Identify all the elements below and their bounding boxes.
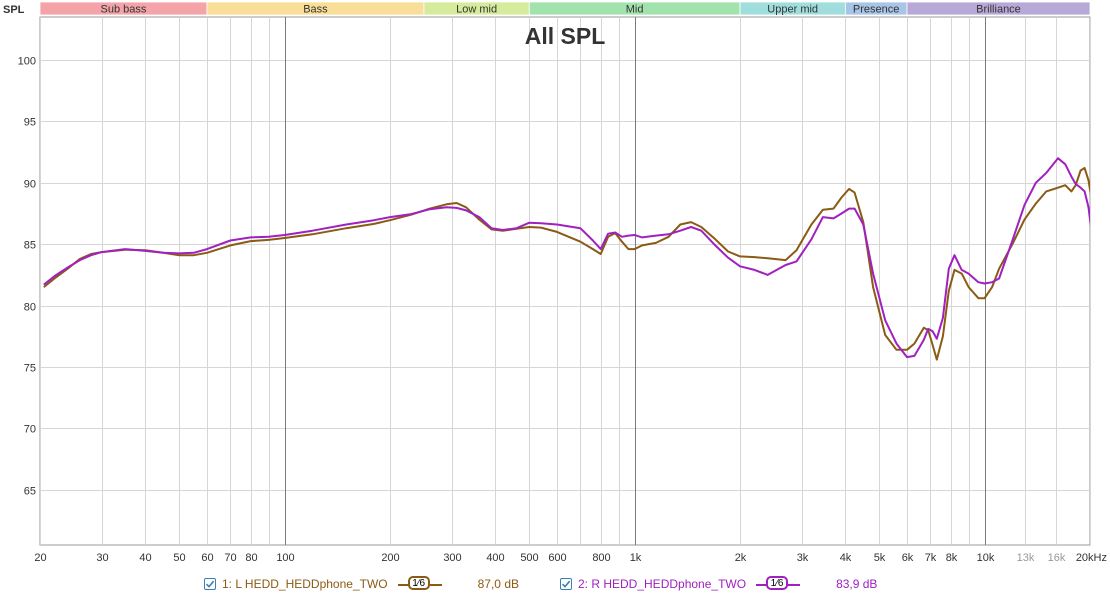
x-tick-label: 8k [946,552,958,564]
x-tick-label: 5k [874,552,886,564]
x-tick-label: 7k [925,552,937,564]
x-tick-label: 50 [173,552,185,564]
x-tick-label: 60 [201,552,213,564]
frequency-band-label: Low mid [456,4,497,16]
x-tick-label: 20kHz [1076,552,1107,564]
frequency-band-label: Bass [303,4,328,16]
frequency-band-label: Mid [626,4,644,16]
y-tick-label: 65 [24,486,36,498]
series-left-name: 1: L HEDD_HEDDphone_TWO [222,577,388,591]
x-tick-label: 3k [797,552,809,564]
x-tick-label: 10k [977,552,995,564]
frequency-response-chart: Sub bass Bass Low mid Mid Upper mid Presence B… [0,0,1110,595]
x-tick-label: 80 [245,552,257,564]
x-tick-label: 600 [548,552,566,564]
frequency-band-label: Presence [853,4,899,16]
x-tick-label: 30 [96,552,108,564]
series-right-name: 2: R HEDD_HEDDphone_TWO [578,577,747,591]
frequency-bands: Sub bass Bass Low mid Mid Upper mid Presence B… [39,1,1091,16]
x-tick-label: 20 [34,552,46,564]
y-tick-label: 90 [24,179,36,191]
y-tick-label: 80 [24,302,36,314]
x-tick-label: 800 [592,552,610,564]
x-tick-label: 300 [443,552,461,564]
y-tick-label: 95 [24,117,36,129]
series-left-smoothing-control[interactable]: 1⁄6 [397,575,442,593]
x-tick-label: 2k [735,552,747,564]
y-tick-label: 70 [24,424,36,436]
x-tick-label: 70 [224,552,236,564]
grid [39,16,1091,546]
checkmark-icon [205,580,215,588]
y-axis-tick-labels: 65 70 75 80 85 90 95 100 [18,56,36,498]
x-tick-label: 16k [1048,552,1066,564]
x-tick-label: 4k [840,552,852,564]
x-tick-label: 400 [486,552,504,564]
series-right-smoothing-control[interactable]: 1⁄6 [756,575,801,593]
plot-frame [39,16,1091,546]
x-tick-label: 6k [902,552,914,564]
y-tick-label: 85 [24,240,36,252]
frequency-band-label: Sub bass [101,4,147,16]
y-tick-label: 75 [24,363,36,375]
x-tick-label: 500 [520,552,538,564]
series-left-checkbox[interactable] [204,578,216,590]
x-tick-label: 40 [139,552,151,564]
x-tick-label: 1k [630,552,642,564]
chart-canvas: Sub bass Bass Low mid Mid Upper mid Presence B… [3,1,1107,564]
legend-entry-right[interactable]: 2: R HEDD_HEDDphone_TWO 1⁄6 83,9 dB [560,574,896,594]
chart-title: All SPL [525,23,606,49]
x-tick-label: 100 [276,552,294,564]
series-left-smoothing-label: 1⁄6 [407,576,430,590]
y-tick-label: 100 [18,56,36,68]
series-right-smoothing-label: 1⁄6 [766,576,789,590]
legend-entry-left[interactable]: 1: L HEDD_HEDDphone_TWO 1⁄6 87,0 dB [204,574,538,594]
x-tick-label: 200 [381,552,399,564]
series-left-value: 87,0 dB [477,577,519,591]
frequency-band-label: Brilliance [976,4,1021,16]
x-axis-tick-labels: 20 30 40 50 60 70 80 100 200 300 400 500 600 800 1k 2k 3… [34,552,1107,564]
x-tick-label: 13k [1017,552,1035,564]
checkmark-icon [561,580,571,588]
frequency-band-label: Upper mid [767,4,818,16]
series-right-checkbox[interactable] [560,578,572,590]
y-axis-label: SPL [3,4,25,16]
series-right-value: 83,9 dB [836,577,878,591]
